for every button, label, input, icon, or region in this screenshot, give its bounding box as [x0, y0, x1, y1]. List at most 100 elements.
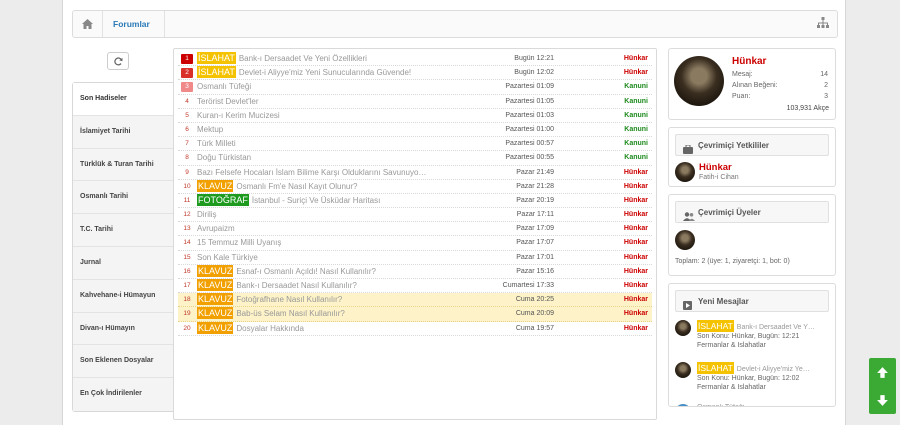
- thread-author[interactable]: Hünkar: [624, 208, 648, 221]
- thread-title-link[interactable]: KLAVUZ Bank-ı Dersaadet Nasıl Kullanılır?: [197, 279, 461, 292]
- thread-title-link[interactable]: İSLAHAT Bank-ı Dersaadet Ve Yeni Özellikl…: [197, 52, 461, 65]
- sidebar-tab[interactable]: En Çok İndirilenler: [73, 378, 173, 411]
- thread-title-link[interactable]: Diriliş: [197, 208, 461, 221]
- thread-title-link[interactable]: Türk Milleti: [197, 137, 461, 150]
- thread-row[interactable]: 8 Doğu Türkistan Pazartesi 00:55 Kanuni: [178, 151, 652, 166]
- thread-title-link[interactable]: FOTOĞRAF İstanbul - Suriçi Ve Üsküdar Har…: [197, 193, 461, 207]
- sidebar-tab[interactable]: Divan-ı Hümayın: [73, 312, 173, 346]
- thread-author[interactable]: Hünkar: [624, 322, 648, 335]
- thread-row[interactable]: 16 KLAVUZ Esnaf-ı Osmanlı Açıldı! Nasıl Ku…: [178, 264, 652, 279]
- thread-author[interactable]: Hünkar: [624, 194, 648, 207]
- thread-row[interactable]: 3 Osmanlı Tüfeği Pazartesi 01:09 Kanuni: [178, 80, 652, 95]
- staff-avatar[interactable]: [675, 162, 695, 182]
- new-message-item[interactable]: İSLAHAT Bank-ı Dersaadet Ve Y… Son Konu: H…: [675, 320, 831, 352]
- thread-row[interactable]: 5 Kuran-ı Kerim Mucizesi Pazartesi 01:03 Ka…: [178, 109, 652, 123]
- message-forum-link[interactable]: Fermanlar & Islahatlar: [697, 384, 766, 391]
- thread-author[interactable]: Hünkar: [624, 251, 648, 264]
- sidebar-tab[interactable]: Osmanlı Tarihi: [73, 181, 173, 215]
- message-avatar[interactable]: [675, 362, 691, 378]
- scroll-up-button[interactable]: [869, 358, 896, 386]
- thread-row[interactable]: 9 Bazı Felsefe Hocaları İslam Bilime Karş…: [178, 166, 652, 180]
- thread-row[interactable]: 12 Diriliş Pazar 17:11 Hünkar: [178, 208, 652, 223]
- thread-row[interactable]: 6 Mektup Pazartesi 01:00 Kanuni: [178, 123, 652, 138]
- sidebar-tab[interactable]: Kahvehane-i Hümayun: [73, 279, 173, 313]
- message-forum-link[interactable]: Fermanlar & Islahatlar: [697, 342, 766, 349]
- thread-row[interactable]: 20 KLAVUZ Dosyalar Hakkında Cuma 19:57 Hünka…: [178, 321, 652, 336]
- thread-author[interactable]: Hünkar: [624, 180, 648, 193]
- thread-author[interactable]: Kanuni: [624, 95, 648, 108]
- thread-row[interactable]: 14 15 Temmuz Milli Uyanış Pazar 17:07 Hünka…: [178, 236, 652, 251]
- staff-name[interactable]: Hünkar: [699, 162, 732, 173]
- thread-author[interactable]: Hünkar: [624, 265, 648, 278]
- message-title[interactable]: İSLAHAT Devlet-i Aliyye'miz Ye…: [697, 362, 831, 374]
- thread-row[interactable]: 15 Son Kale Türkiye Pazar 17:01 Hünkar: [178, 251, 652, 265]
- thread-title-link[interactable]: KLAVUZ Dosyalar Hakkında: [197, 321, 461, 335]
- message-title[interactable]: İSLAHAT Bank-ı Dersaadet Ve Y…: [697, 320, 831, 332]
- new-message-item[interactable]: İSLAHAT Devlet-i Aliyye'miz Ye… Son Konu: …: [675, 362, 831, 394]
- thread-title-link[interactable]: Son Kale Türkiye: [197, 251, 461, 264]
- thread-title-link[interactable]: KLAVUZ Fotoğrafhane Nasıl Kullanılır?: [197, 293, 461, 306]
- thread-author[interactable]: Hünkar: [624, 293, 648, 306]
- thread-author[interactable]: Hünkar: [624, 222, 648, 235]
- thread-title-link[interactable]: Osmanlı Tüfeği: [197, 80, 461, 93]
- thread-title-link[interactable]: KLAVUZ Esnaf-ı Osmanlı Açıldı! Nasıl Kull…: [197, 264, 461, 278]
- thread-author[interactable]: Hünkar: [624, 236, 648, 249]
- thread-author[interactable]: Kanuni: [624, 151, 648, 164]
- username[interactable]: Hünkar: [732, 56, 766, 67]
- thread-date: Pazartesi 00:55: [505, 154, 554, 162]
- thread-author[interactable]: Hünkar: [624, 279, 648, 292]
- thread-title-link[interactable]: KLAVUZ Bab-üs Selam Nasıl Kullanılır?: [197, 307, 461, 320]
- sidebar-tab[interactable]: Son Hadiseler: [73, 83, 173, 116]
- refresh-button[interactable]: [107, 52, 129, 70]
- thread-row[interactable]: 10 KLAVUZ Osmanlı Fm'e Nasıl Kayıt Olunur?…: [178, 179, 652, 194]
- thread-title-link[interactable]: İSLAHAT Devlet-i Aliyye'miz Yeni Sunucula…: [197, 66, 461, 79]
- message-avatar[interactable]: [675, 404, 691, 406]
- thread-title: Avrupaizm: [197, 224, 235, 234]
- thread-row[interactable]: 2 İSLAHAT Devlet-i Aliyye'miz Yeni Sunucul…: [178, 66, 652, 81]
- thread-title: Son Kale Türkiye: [197, 252, 258, 262]
- message-avatar[interactable]: [675, 320, 691, 336]
- thread-date: Pazar 21:49: [516, 168, 554, 176]
- thread-author[interactable]: Kanuni: [624, 137, 648, 150]
- thread-title-link[interactable]: Terörist Devlet'ler: [197, 95, 461, 108]
- online-member-avatar[interactable]: [675, 230, 695, 250]
- sidebar-tab[interactable]: Türklük & Turan Tarihi: [73, 148, 173, 182]
- thread-title-link[interactable]: Mektup: [197, 123, 461, 136]
- thread-title-link[interactable]: Avrupaizm: [197, 222, 461, 235]
- sitemap-icon[interactable]: [817, 17, 831, 31]
- thread-row[interactable]: 13 Avrupaizm Pazar 17:09 Hünkar: [178, 222, 652, 237]
- thread-author[interactable]: Kanuni: [624, 80, 648, 93]
- thread-row[interactable]: 1 İSLAHAT Bank-ı Dersaadet Ve Yeni Özellik…: [178, 52, 652, 67]
- thread-date: Bugün 12:21: [514, 55, 554, 62]
- thread-prefix-badge: KLAVUZ: [197, 321, 234, 334]
- akce-balance: 103,931 Akçe: [786, 105, 829, 112]
- new-message-item[interactable]: Osmanlı Tüfeği: [675, 404, 831, 406]
- thread-title: Doğu Türkistan: [197, 153, 252, 163]
- thread-row[interactable]: 19 KLAVUZ Bab-üs Selam Nasıl Kullanılır? Cu…: [178, 307, 652, 322]
- thread-row[interactable]: 7 Türk Milleti Pazartesi 00:57 Kanuni: [178, 137, 652, 152]
- message-title[interactable]: Osmanlı Tüfeği: [697, 404, 831, 406]
- breadcrumb-forumlar[interactable]: Forumlar: [103, 11, 165, 37]
- thread-author[interactable]: Hünkar: [624, 66, 648, 79]
- thread-title-link[interactable]: Bazı Felsefe Hocaları İslam Bilime Karşı…: [197, 166, 461, 179]
- thread-row[interactable]: 17 KLAVUZ Bank-ı Dersaadet Nasıl Kullanılı…: [178, 279, 652, 294]
- thread-title-link[interactable]: Kuran-ı Kerim Mucizesi: [197, 109, 461, 122]
- thread-row[interactable]: 11 FOTOĞRAF İstanbul - Suriçi Ve Üsküdar H…: [178, 193, 652, 209]
- thread-title-link[interactable]: 15 Temmuz Milli Uyanış: [197, 236, 461, 249]
- sidebar-tab[interactable]: Jurnal: [73, 246, 173, 280]
- scroll-down-button[interactable]: [869, 386, 896, 414]
- thread-row[interactable]: 18 KLAVUZ Fotoğrafhane Nasıl Kullanılır? Cu…: [178, 293, 652, 308]
- sidebar-tab[interactable]: Son Eklenen Dosyalar: [73, 345, 173, 379]
- home-icon[interactable]: [73, 11, 103, 37]
- thread-row[interactable]: 4 Terörist Devlet'ler Pazartesi 01:05 Kanun…: [178, 95, 652, 109]
- thread-title-link[interactable]: KLAVUZ Osmanlı Fm'e Nasıl Kayıt Olunur?: [197, 179, 461, 193]
- thread-author[interactable]: Hünkar: [624, 166, 648, 179]
- thread-author[interactable]: Kanuni: [624, 109, 648, 122]
- sidebar-tab[interactable]: İslamiyet Tarihi: [73, 115, 173, 149]
- thread-author[interactable]: Hünkar: [624, 307, 648, 320]
- sidebar-tab[interactable]: T.C. Tarihi: [73, 214, 173, 247]
- avatar[interactable]: [674, 56, 724, 106]
- thread-author[interactable]: Kanuni: [624, 123, 648, 136]
- thread-title-link[interactable]: Doğu Türkistan: [197, 151, 461, 164]
- thread-author[interactable]: Hünkar: [624, 52, 648, 65]
